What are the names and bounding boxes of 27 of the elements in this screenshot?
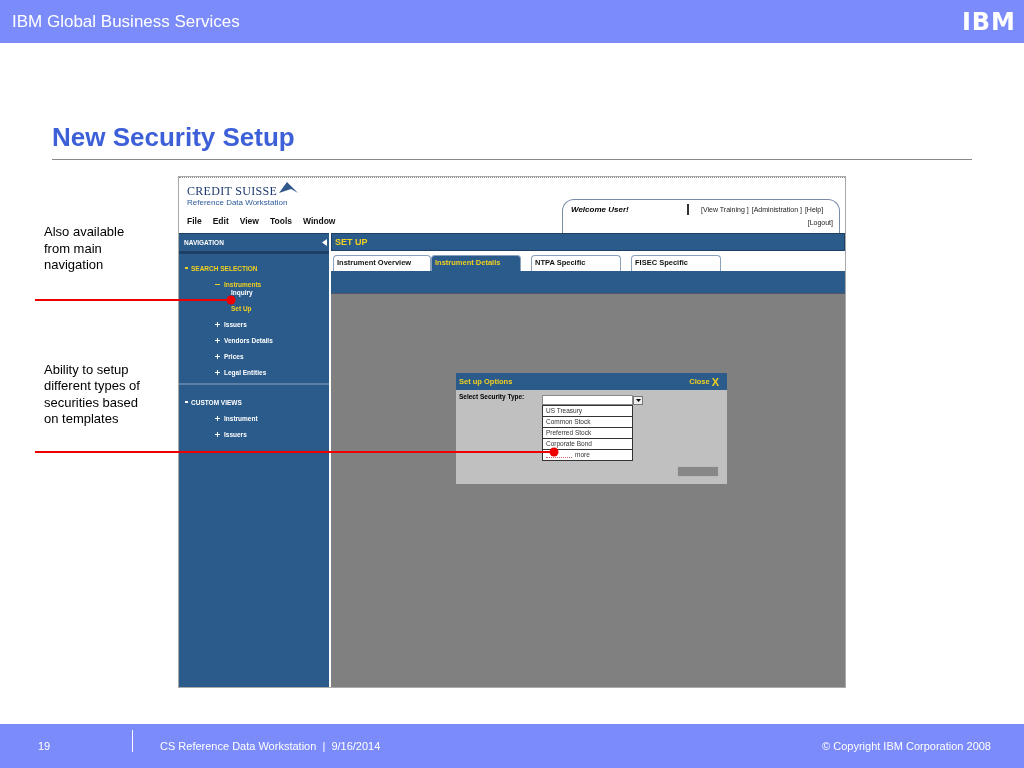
expander-icon[interactable] <box>215 337 220 343</box>
expander-icon[interactable] <box>215 415 220 421</box>
page-number: 19 <box>37 740 52 752</box>
caret-icon <box>635 399 641 402</box>
slide-title: New Security Setup <box>52 122 295 153</box>
app-logo: CREDIT SUISSE <box>187 184 278 199</box>
menu-item[interactable]: Edit <box>212 216 229 226</box>
page-title: SET UP <box>335 237 368 247</box>
ibm-logo: IBM <box>961 6 1016 37</box>
expander-icon[interactable] <box>215 431 220 437</box>
app-subtitle: Reference Data Workstation <box>187 198 289 207</box>
menu-item[interactable]: Tools <box>269 216 292 226</box>
annotation: Ability to setup different types of securities based on templates <box>44 361 141 428</box>
expander-icon[interactable] <box>215 353 220 359</box>
menu-item[interactable]: File <box>187 216 202 226</box>
dropdown-button[interactable] <box>633 396 643 405</box>
collapse-icon[interactable] <box>322 239 327 246</box>
menu-item[interactable]: Window <box>303 216 336 226</box>
footer-text: CS Reference Data Workstation | 9/16/2014 <box>160 740 381 752</box>
expander-icon[interactable] <box>215 369 220 375</box>
header-title: IBM Global Business Services <box>12 11 240 32</box>
copyright: © Copyright IBM Corporation 2008 <box>822 740 991 752</box>
expander-icon[interactable] <box>215 321 220 327</box>
menu-item[interactable]: View <box>239 216 259 226</box>
welcome-text: Welcome User! <box>571 205 630 214</box>
sails-icon <box>277 182 300 194</box>
annotation: Also available from main navigation <box>44 224 126 274</box>
